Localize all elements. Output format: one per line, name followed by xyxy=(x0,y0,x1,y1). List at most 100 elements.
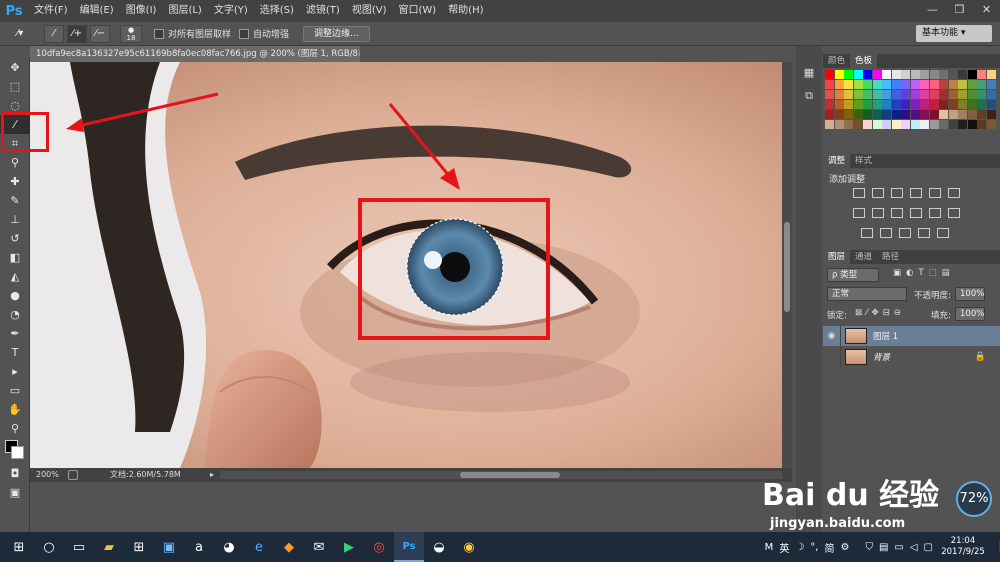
background-color[interactable] xyxy=(11,446,24,459)
swatch[interactable] xyxy=(986,90,996,99)
swatch[interactable] xyxy=(986,120,996,129)
battery-icon[interactable]: ▭ xyxy=(891,542,906,553)
visibility-eye-icon[interactable]: ◉ xyxy=(823,326,841,346)
menu-filter[interactable]: 滤镜(T) xyxy=(300,0,346,22)
swatch[interactable] xyxy=(977,90,986,99)
network-icon[interactable]: ▤ xyxy=(876,542,891,553)
opacity-input[interactable]: 100% xyxy=(955,287,985,301)
media-player-icon[interactable]: ▶ xyxy=(334,532,364,562)
layer-row[interactable]: ◉ 图层 1 xyxy=(823,326,1000,346)
eyedropper-tool-icon[interactable]: ⚲ xyxy=(0,153,30,172)
swatch[interactable] xyxy=(910,80,920,89)
auto-enhance-checkbox[interactable] xyxy=(239,28,250,39)
swatch[interactable] xyxy=(920,120,929,129)
swatch[interactable] xyxy=(920,100,929,109)
screen-mode-icon[interactable]: ▣ xyxy=(0,483,30,502)
ime-punct[interactable]: °, xyxy=(807,542,821,553)
swatch[interactable] xyxy=(825,80,834,89)
adjustment-icon[interactable] xyxy=(937,228,949,238)
marquee-tool-icon[interactable]: ⬚ xyxy=(0,77,30,96)
swatch[interactable] xyxy=(986,100,996,109)
ime-moon[interactable]: ☽ xyxy=(792,542,807,553)
swatch[interactable] xyxy=(891,70,901,79)
adjustment-icon[interactable] xyxy=(910,188,922,198)
adjustment-icon[interactable] xyxy=(899,228,911,238)
swatch[interactable] xyxy=(834,80,844,89)
file-explorer-icon[interactable]: ▰ xyxy=(94,532,124,562)
quick-mask-icon[interactable]: ◘ xyxy=(0,464,30,483)
swatch[interactable] xyxy=(872,100,882,109)
ime-settings[interactable]: ⚙ xyxy=(837,542,852,553)
swatch[interactable] xyxy=(958,80,967,89)
horizontal-scroll-thumb[interactable] xyxy=(460,472,560,478)
swatches-grid[interactable] xyxy=(825,70,997,130)
properties-panel-icon[interactable]: ⧉ xyxy=(796,84,822,108)
swatch[interactable] xyxy=(882,100,891,109)
swatch[interactable] xyxy=(891,120,901,129)
swatch[interactable] xyxy=(967,70,977,79)
photoshop-taskbar-icon[interactable]: Ps xyxy=(394,532,424,562)
move-tool-icon[interactable]: ✥ xyxy=(0,58,30,77)
swatch[interactable] xyxy=(958,90,967,99)
swatch[interactable] xyxy=(863,70,872,79)
workspace-select[interactable]: 基本功能 ▾ xyxy=(916,25,992,42)
amazon-icon[interactable]: a xyxy=(184,532,214,562)
tab-color[interactable]: 颜色 xyxy=(823,54,850,68)
menu-file[interactable]: 文件(F) xyxy=(28,0,74,22)
notification-icon[interactable]: ▢ xyxy=(921,542,936,553)
disk-icon[interactable]: ◒ xyxy=(424,532,454,562)
swatch[interactable] xyxy=(967,90,977,99)
menu-image[interactable]: 图像(I) xyxy=(120,0,163,22)
adjustment-icon[interactable] xyxy=(929,188,941,198)
menu-edit[interactable]: 编辑(E) xyxy=(74,0,120,22)
ime-lang[interactable]: 英 xyxy=(776,540,792,555)
swatch[interactable] xyxy=(967,80,977,89)
chrome-icon[interactable]: ◉ xyxy=(454,532,484,562)
path-selection-icon[interactable]: ▸ xyxy=(0,362,30,381)
visibility-toggle[interactable] xyxy=(823,347,841,367)
swatch[interactable] xyxy=(882,120,891,129)
swatch[interactable] xyxy=(901,70,910,79)
swatch[interactable] xyxy=(853,70,863,79)
swatch[interactable] xyxy=(920,80,929,89)
minimize-button[interactable]: — xyxy=(919,0,946,22)
history-brush-icon[interactable]: ↺ xyxy=(0,229,30,248)
healing-brush-icon[interactable]: ✚ xyxy=(0,172,30,191)
swatch[interactable] xyxy=(986,80,996,89)
swatch[interactable] xyxy=(929,120,939,129)
paint-bucket-icon[interactable]: ◭ xyxy=(0,267,30,286)
swatch[interactable] xyxy=(929,110,939,119)
status-menu-icon[interactable] xyxy=(68,470,78,480)
task-view-icon[interactable]: ▭ xyxy=(64,532,94,562)
swatch[interactable] xyxy=(844,90,853,99)
status-arrow-icon[interactable]: ▸ xyxy=(210,468,214,482)
swatch[interactable] xyxy=(929,100,939,109)
swatch[interactable] xyxy=(929,90,939,99)
tab-styles[interactable]: 样式 xyxy=(850,154,877,168)
swatch[interactable] xyxy=(834,100,844,109)
swatch[interactable] xyxy=(977,100,986,109)
zoom-tool-icon[interactable]: ⚲ xyxy=(0,419,30,438)
swatch[interactable] xyxy=(986,70,996,79)
blend-mode-select[interactable]: 正常 xyxy=(827,287,907,301)
menu-select[interactable]: 选择(S) xyxy=(254,0,300,22)
swatch[interactable] xyxy=(929,80,939,89)
swatch[interactable] xyxy=(939,100,948,109)
history-panel-icon[interactable]: ▦ xyxy=(796,60,822,84)
menu-type[interactable]: 文字(Y) xyxy=(208,0,254,22)
swatch[interactable] xyxy=(853,90,863,99)
swatch[interactable] xyxy=(977,80,986,89)
swatch[interactable] xyxy=(891,100,901,109)
qq-icon[interactable]: ◕ xyxy=(214,532,244,562)
swatch[interactable] xyxy=(834,120,844,129)
clock[interactable]: 21:04 2017/9/25 xyxy=(936,536,990,558)
add-to-selection-icon[interactable]: ⁄+ xyxy=(67,24,87,43)
app-icon[interactable]: ◆ xyxy=(274,532,304,562)
shield-icon[interactable]: ⛉ xyxy=(862,542,876,553)
show-desktop-button[interactable]: ▕ xyxy=(990,542,1000,553)
netease-music-icon[interactable]: ◎ xyxy=(364,532,394,562)
swatch[interactable] xyxy=(825,120,834,129)
swatch[interactable] xyxy=(977,70,986,79)
document-tab[interactable]: 10dfa9ec8a136327e95c61169b8fa0ec08fac766… xyxy=(30,46,360,62)
swatch[interactable] xyxy=(853,120,863,129)
